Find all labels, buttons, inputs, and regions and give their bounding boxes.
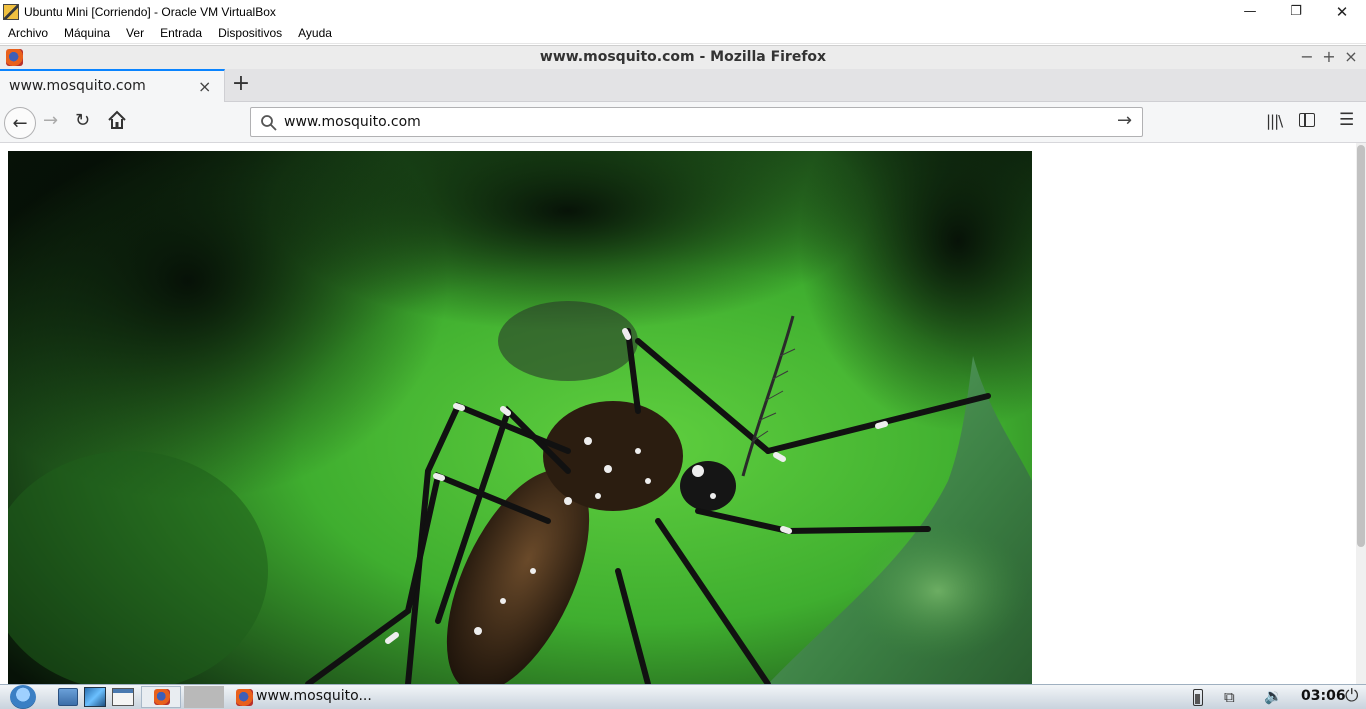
volume-icon[interactable]: 🔉	[1264, 687, 1283, 705]
menu-ayuda[interactable]: Ayuda	[298, 26, 332, 40]
file-manager-icon[interactable]	[58, 688, 78, 706]
battery-icon[interactable]	[1193, 689, 1203, 706]
page-content	[0, 143, 1366, 684]
mosquito-photo	[8, 151, 1032, 684]
library-icon[interactable]: |||\	[1266, 112, 1283, 130]
url-bar[interactable]: www.mosquito.com →	[250, 107, 1143, 137]
tab-title: www.mosquito.com	[9, 78, 146, 94]
window-icon[interactable]	[112, 688, 134, 706]
taskbar-item-label: www.mosquito...	[256, 688, 372, 704]
start-menu-icon[interactable]	[10, 685, 36, 709]
home-icon	[108, 110, 126, 129]
firefox-maximize-button[interactable]: +	[1320, 47, 1338, 66]
desktop-icon[interactable]	[84, 687, 106, 707]
vbox-close-button[interactable]: ✕	[1319, 0, 1365, 23]
vbox-window-title: Ubuntu Mini [Corriendo] - Oracle VM Virt…	[24, 4, 276, 19]
taskbar-item-firefox[interactable]: www.mosquito...	[232, 685, 382, 709]
firefox-window-title: www.mosquito.com - Mozilla Firefox	[539, 49, 827, 65]
power-icon[interactable]: ⏻	[1345, 686, 1358, 706]
url-text[interactable]: www.mosquito.com	[284, 114, 421, 130]
clock[interactable]: 03:06	[1301, 688, 1346, 704]
home-button[interactable]	[106, 109, 128, 131]
firefox-titlebar: www.mosquito.com - Mozilla Firefox − + ×	[0, 45, 1366, 69]
workspace-switcher[interactable]	[184, 686, 224, 708]
network-icon[interactable]: ⧉	[1224, 688, 1235, 706]
menu-archivo[interactable]: Archivo	[8, 26, 48, 40]
reload-button[interactable]: ↻	[75, 110, 90, 131]
tab-strip: www.mosquito.com × +	[0, 69, 1366, 102]
virtualbox-icon	[3, 3, 19, 20]
tab-close-icon[interactable]: ×	[198, 77, 211, 96]
menu-entrada[interactable]: Entrada	[160, 26, 202, 40]
vbox-minimize-button[interactable]: —	[1227, 0, 1273, 23]
firefox-icon	[154, 689, 170, 705]
go-arrow-icon[interactable]: →	[1117, 110, 1132, 131]
new-tab-button[interactable]: +	[230, 71, 252, 96]
menu-maquina[interactable]: Máquina	[64, 26, 110, 40]
mosquito-photo-drawing	[8, 151, 1032, 684]
firefox-icon	[236, 689, 253, 706]
back-arrow-icon: ←	[12, 112, 28, 134]
menu-ver[interactable]: Ver	[126, 26, 144, 40]
navigation-toolbar: ← → ↻ www.mosquito.com → |||\ ☰	[0, 102, 1366, 143]
vbox-menubar: Archivo Máquina Ver Entrada Dispositivos…	[0, 23, 1366, 44]
firefox-minimize-button[interactable]: −	[1298, 47, 1316, 66]
firefox-launcher[interactable]	[141, 686, 181, 708]
search-icon	[261, 115, 277, 131]
vbox-titlebar: Ubuntu Mini [Corriendo] - Oracle VM Virt…	[0, 0, 1366, 23]
tab-mosquito[interactable]: www.mosquito.com ×	[0, 69, 225, 102]
forward-button[interactable]: →	[43, 110, 58, 131]
taskbar: www.mosquito... ⧉ 🔉 03:06 ⏻	[0, 684, 1366, 709]
sidebar-toggle-icon[interactable]	[1299, 113, 1315, 127]
page-scrollbar-thumb[interactable]	[1357, 145, 1365, 547]
back-button[interactable]: ←	[4, 107, 36, 139]
vbox-restore-button[interactable]: ❐	[1273, 0, 1319, 23]
firefox-close-button[interactable]: ×	[1342, 47, 1360, 66]
menu-dispositivos[interactable]: Dispositivos	[218, 26, 282, 40]
hamburger-menu-icon[interactable]: ☰	[1339, 110, 1354, 130]
